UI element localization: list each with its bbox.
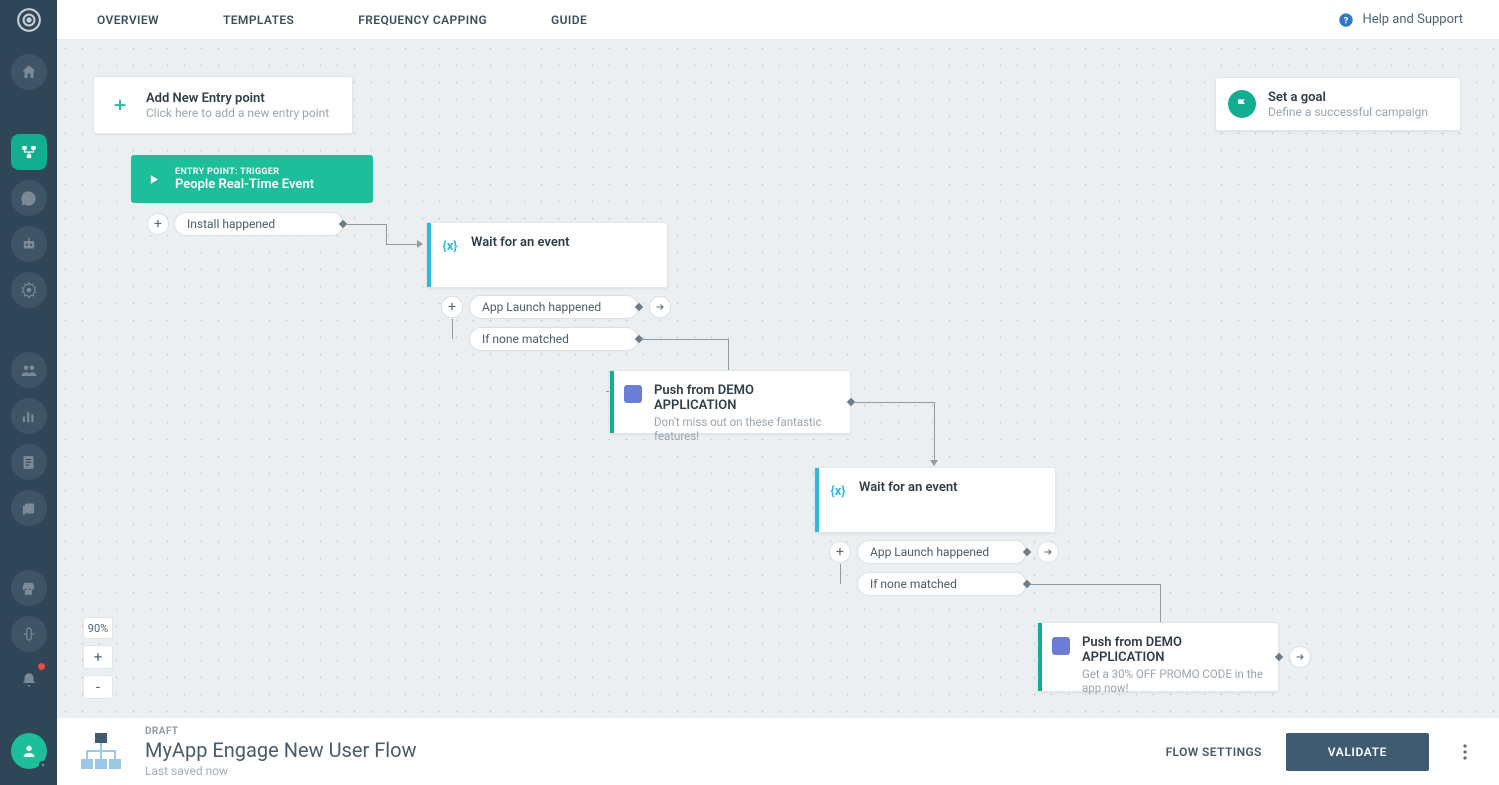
help-support-link[interactable]: ? Help and Support (1338, 12, 1463, 28)
pill-none2-label: If none matched (870, 577, 957, 591)
brand-logo[interactable] (0, 0, 57, 40)
tab-frequency-capping[interactable]: FREQUENCY CAPPING (358, 13, 487, 27)
set-goal-card[interactable]: Set a goal Define a successful campaign (1215, 77, 1461, 131)
zoom-in-button[interactable]: + (83, 645, 113, 669)
flow-canvas[interactable]: Add New Entry point Click here to add a … (57, 40, 1499, 717)
branch-continue-button[interactable] (649, 296, 671, 318)
pill-app-launch-1[interactable]: App Launch happened (469, 295, 639, 319)
push-node-2[interactable]: Push from DEMO APPLICATION Get a 30% OFF… (1037, 622, 1279, 692)
help-label: Help and Support (1362, 12, 1463, 27)
pill-none1-label: If none matched (482, 332, 569, 346)
entry-trigger-node[interactable]: ENTRY POINT: TRIGGER People Real-Time Ev… (131, 155, 373, 203)
tab-guide[interactable]: GUIDE (551, 13, 587, 27)
add-branch-button[interactable]: + (441, 296, 463, 318)
nav-store-icon[interactable] (11, 570, 47, 606)
add-entry-point-card[interactable]: Add New Entry point Click here to add a … (93, 76, 353, 134)
nav-user-avatar[interactable] (11, 733, 47, 769)
push-node-1[interactable]: Push from DEMO APPLICATION Don't miss ou… (609, 370, 851, 434)
flow-title: MyApp Engage New User Flow (145, 738, 417, 762)
zoom-controls: 90% + - (83, 617, 113, 699)
add-branch-button[interactable]: + (829, 541, 851, 563)
nav-tags-icon[interactable] (11, 616, 47, 652)
arrowhead-icon (930, 460, 938, 466)
nav-analytics-icon[interactable] (11, 398, 47, 434)
svg-text:?: ? (1344, 15, 1349, 26)
pill-none-matched-2[interactable]: If none matched (857, 572, 1027, 596)
tab-overview[interactable]: OVERVIEW (97, 13, 159, 27)
wait2-title: Wait for an event (859, 480, 1041, 495)
nav-library-icon[interactable] (11, 490, 47, 526)
top-tabs: OVERVIEW TEMPLATES FREQUENCY CAPPING GUI… (57, 0, 1499, 40)
push2-title: Push from DEMO APPLICATION (1082, 635, 1264, 665)
nav-doc-icon[interactable] (11, 444, 47, 480)
nav-flow-icon[interactable] (11, 134, 47, 170)
notification-dot (38, 663, 45, 670)
validate-button[interactable]: VALIDATE (1286, 733, 1429, 771)
flow-tree-icon (79, 731, 123, 773)
goal-card-subtitle: Define a successful campaign (1268, 105, 1428, 119)
app-square-icon (1050, 635, 1072, 657)
entry-card-subtitle: Click here to add a new entry point (146, 106, 329, 120)
trigger-title: People Real-Time Event (175, 177, 314, 192)
flow-status: DRAFT (145, 726, 417, 737)
pill-install-label: Install happened (187, 217, 275, 231)
arrowhead-icon (417, 240, 423, 248)
app-square-icon (622, 383, 644, 405)
zoom-percent: 90% (83, 617, 113, 639)
push1-title: Push from DEMO APPLICATION (654, 383, 836, 413)
push2-subtitle: Get a 30% OFF PROMO CODE in the app now! (1082, 667, 1264, 695)
flow-saved: Last saved now (145, 764, 417, 778)
branch-continue-button[interactable] (1289, 646, 1311, 668)
pill-app-launch2-label: App Launch happened (870, 545, 989, 559)
wait1-title: Wait for an event (471, 235, 653, 250)
help-icon: ? (1338, 12, 1354, 28)
left-sidebar (0, 0, 57, 785)
more-menu-button[interactable] (1453, 740, 1477, 764)
wait-event-node-2[interactable]: {x} Wait for an event (814, 467, 1056, 533)
play-icon (143, 169, 163, 189)
pill-app-launch-2[interactable]: App Launch happened (857, 540, 1027, 564)
pill-app-launch1-label: App Launch happened (482, 300, 601, 314)
braces-icon: {x} (827, 480, 849, 502)
nav-bot-icon[interactable] (11, 226, 47, 262)
flag-icon (1228, 90, 1256, 118)
tab-templates[interactable]: TEMPLATES (223, 13, 294, 27)
nav-gear-icon[interactable] (11, 272, 47, 308)
pill-install[interactable]: Install happened (174, 212, 344, 236)
trigger-label: ENTRY POINT: TRIGGER (175, 167, 314, 177)
plus-icon (108, 93, 132, 117)
bottom-bar: DRAFT MyApp Engage New User Flow Last sa… (57, 717, 1499, 785)
flow-settings-button[interactable]: FLOW SETTINGS (1166, 745, 1262, 759)
zoom-out-button[interactable]: - (83, 675, 113, 699)
add-branch-button[interactable]: + (147, 213, 169, 235)
push1-subtitle: Don't miss out on these fantastic featur… (654, 415, 836, 443)
nav-chat-icon[interactable] (11, 180, 47, 216)
branch-continue-button[interactable] (1037, 541, 1059, 563)
goal-card-title: Set a goal (1268, 90, 1428, 105)
entry-card-title: Add New Entry point (146, 91, 329, 106)
wait-event-node-1[interactable]: {x} Wait for an event (426, 222, 668, 288)
pill-none-matched-1[interactable]: If none matched (469, 327, 639, 351)
braces-icon: {x} (439, 235, 461, 257)
nav-home-icon[interactable] (11, 54, 47, 90)
nav-people-icon[interactable] (11, 352, 47, 388)
nav-bell-icon[interactable] (11, 662, 47, 698)
